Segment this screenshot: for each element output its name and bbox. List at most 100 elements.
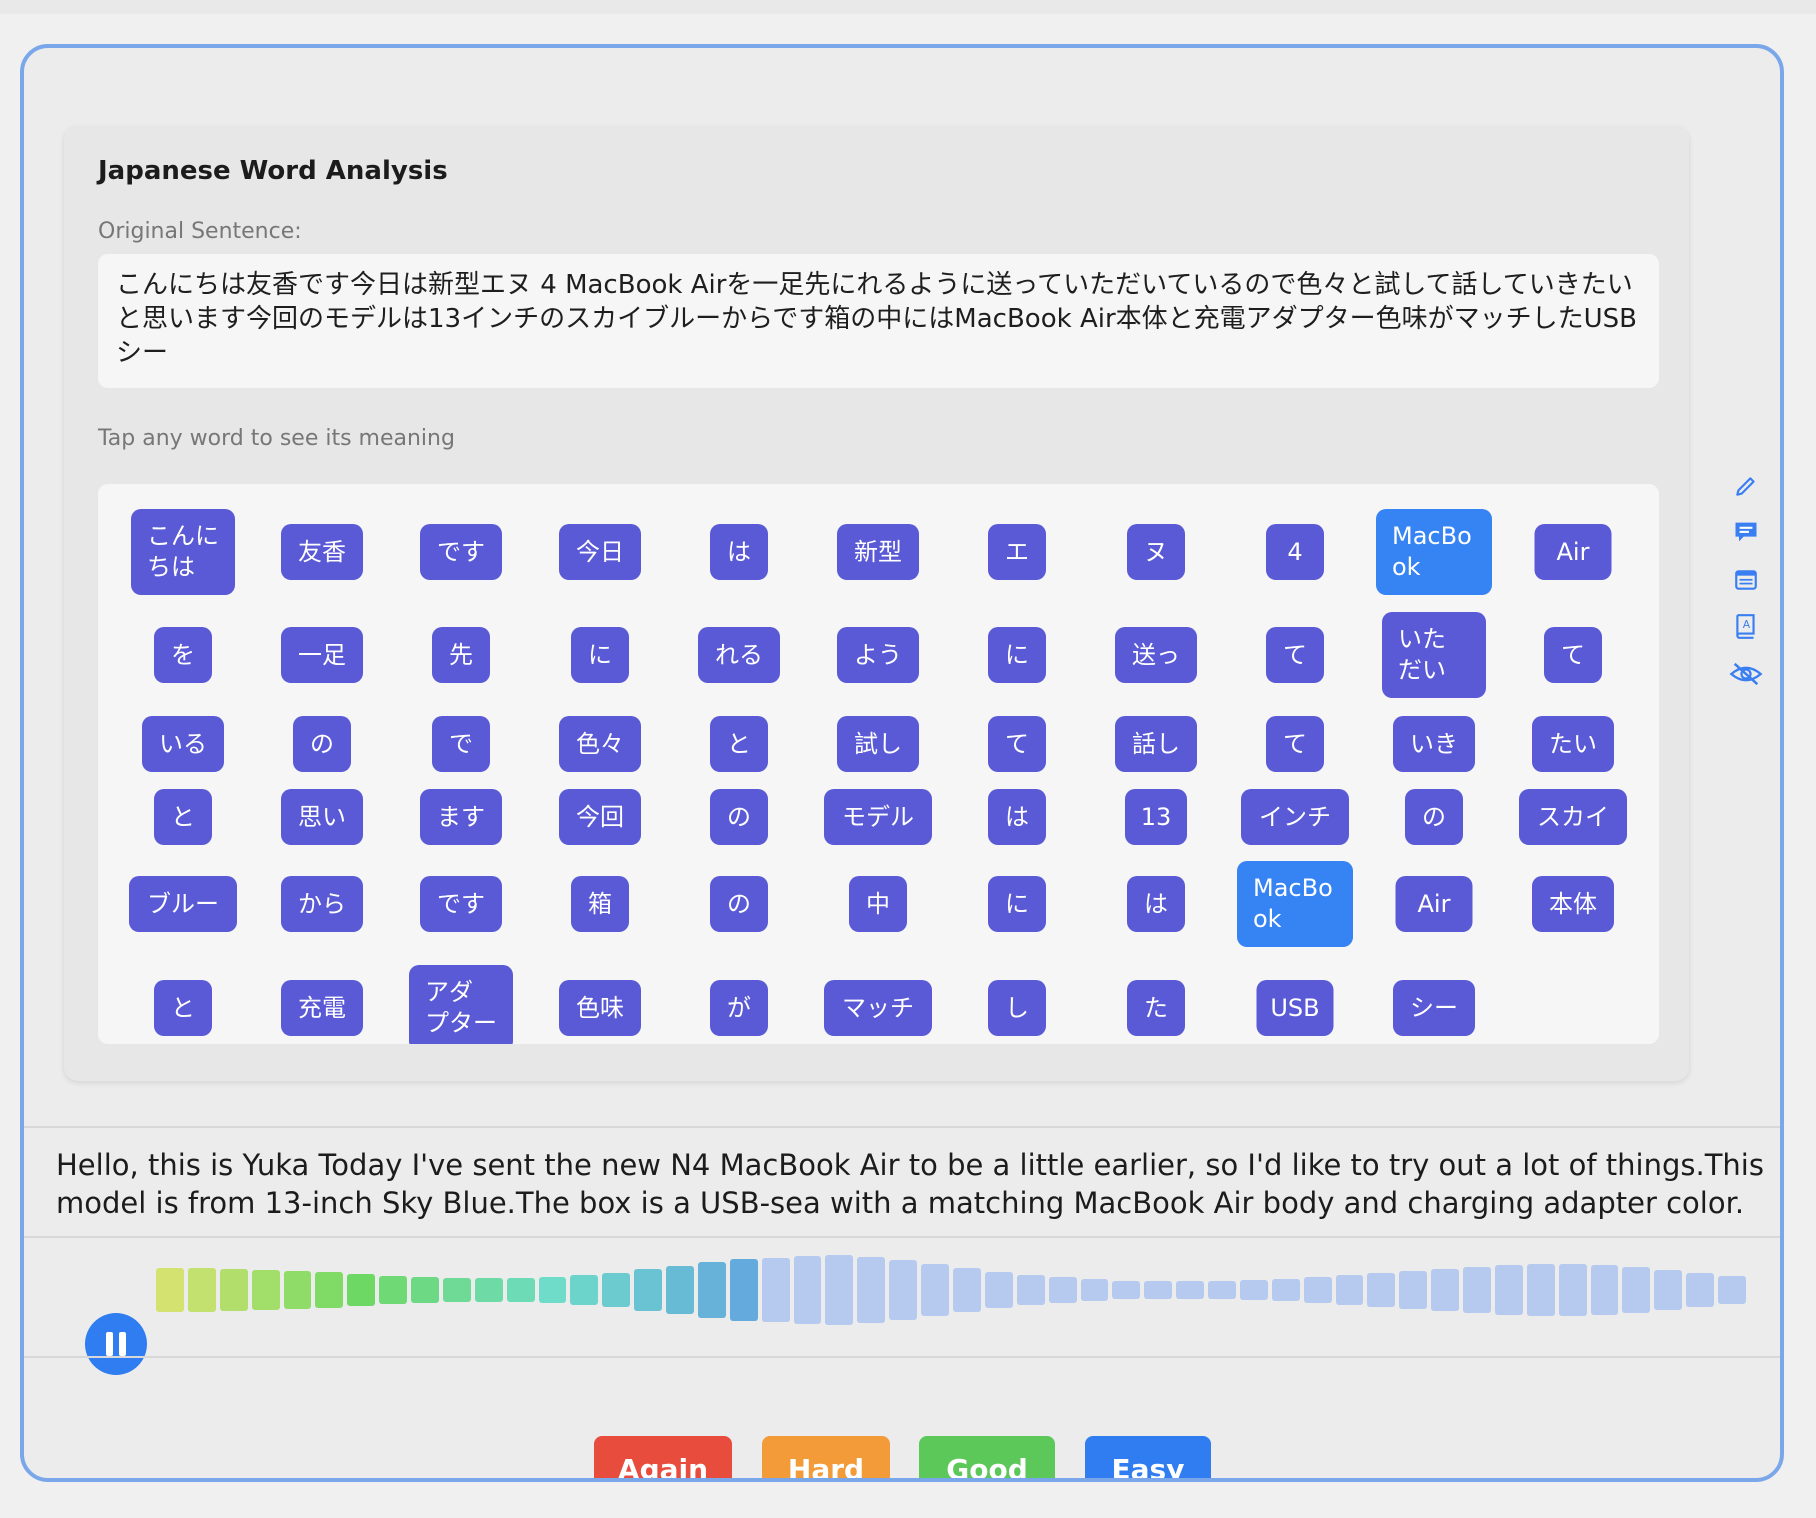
word-chip[interactable]: モデル bbox=[824, 789, 932, 845]
waveform-bar bbox=[1526, 1264, 1555, 1316]
waveform-bar bbox=[411, 1277, 439, 1303]
word-chip[interactable]: は bbox=[988, 789, 1046, 845]
waveform-bar bbox=[1399, 1271, 1428, 1309]
word-chip[interactable]: と bbox=[154, 789, 212, 845]
word-chip[interactable]: MacBo ok bbox=[1237, 861, 1353, 947]
good-button[interactable]: Good bbox=[919, 1436, 1055, 1478]
pause-button[interactable] bbox=[85, 1313, 147, 1375]
word-chip[interactable]: と bbox=[154, 980, 212, 1036]
word-chip[interactable]: 一足 bbox=[281, 627, 363, 683]
word-chip[interactable]: ヌ bbox=[1127, 524, 1185, 580]
waveform-bar bbox=[825, 1255, 854, 1325]
word-chip[interactable]: 箱 bbox=[571, 876, 629, 932]
waveform-bar bbox=[1303, 1277, 1332, 1303]
word-chip[interactable]: Air bbox=[1534, 524, 1612, 580]
waveform-bar bbox=[1016, 1275, 1045, 1305]
pencil-icon[interactable] bbox=[1726, 466, 1766, 506]
word-chip[interactable]: を bbox=[154, 627, 212, 683]
word-chip[interactable]: いる bbox=[142, 716, 224, 772]
flashcard: Japanese Word Analysis Original Sentence… bbox=[20, 44, 1784, 1482]
waveform-bar bbox=[1654, 1270, 1683, 1310]
word-chip[interactable]: の bbox=[1405, 789, 1463, 845]
word-chip[interactable]: の bbox=[293, 716, 351, 772]
word-chip[interactable]: 中 bbox=[849, 876, 907, 932]
word-chip[interactable]: て bbox=[1544, 627, 1602, 683]
waveform-bar bbox=[187, 1268, 216, 1312]
word-chip[interactable]: た bbox=[1127, 980, 1185, 1036]
comment-icon[interactable] bbox=[1726, 512, 1766, 552]
word-chip[interactable]: たい bbox=[1532, 716, 1614, 772]
dictionary-icon[interactable]: A bbox=[1726, 606, 1766, 646]
word-chip[interactable]: です bbox=[420, 876, 502, 932]
word-chip[interactable]: 充電 bbox=[281, 980, 363, 1036]
top-strip bbox=[0, 0, 1816, 14]
word-chip[interactable]: Air bbox=[1395, 876, 1473, 932]
word-chip[interactable]: マッチ bbox=[824, 980, 932, 1036]
waveform-bar bbox=[889, 1260, 918, 1320]
word-chip[interactable]: MacBo ok bbox=[1376, 509, 1492, 595]
word-chip[interactable]: 思い bbox=[281, 789, 363, 845]
word-chip[interactable]: インチ bbox=[1241, 789, 1349, 845]
word-chip[interactable]: です bbox=[420, 524, 502, 580]
waveform-bar bbox=[506, 1278, 535, 1302]
waveform-bar bbox=[697, 1262, 726, 1318]
word-chip[interactable]: 送っ bbox=[1115, 627, 1197, 683]
word-chip[interactable]: 13 bbox=[1125, 789, 1187, 845]
word-chip[interactable]: て bbox=[1266, 627, 1324, 683]
word-chip[interactable]: 友香 bbox=[281, 524, 363, 580]
word-chip[interactable]: の bbox=[710, 789, 768, 845]
hide-eye-icon[interactable] bbox=[1726, 654, 1766, 694]
waveform-bar bbox=[1431, 1269, 1460, 1311]
word-chip[interactable]: に bbox=[988, 627, 1046, 683]
word-chip[interactable]: と bbox=[710, 716, 768, 772]
word-chip[interactable]: 本体 bbox=[1532, 876, 1614, 932]
divider bbox=[24, 1126, 1780, 1128]
word-chip[interactable]: 話し bbox=[1115, 716, 1197, 772]
word-chip[interactable]: し bbox=[988, 980, 1046, 1036]
again-button[interactable]: Again bbox=[594, 1436, 732, 1478]
waveform-bar bbox=[1463, 1267, 1491, 1313]
word-chip[interactable]: 色々 bbox=[559, 716, 641, 772]
word-chip[interactable]: スカイ bbox=[1519, 789, 1627, 845]
word-chip[interactable]: 新型 bbox=[837, 524, 919, 580]
word-chip[interactable]: 色味 bbox=[559, 980, 641, 1036]
word-chip[interactable]: に bbox=[988, 876, 1046, 932]
word-chip[interactable]: に bbox=[571, 627, 629, 683]
word-chip[interactable]: いき bbox=[1393, 716, 1475, 772]
easy-button[interactable]: Easy bbox=[1085, 1436, 1211, 1478]
waveform-bar bbox=[1144, 1281, 1173, 1299]
word-chip[interactable]: ブルー bbox=[129, 876, 237, 932]
waveform-bar bbox=[1048, 1277, 1077, 1303]
waveform-bar bbox=[1718, 1276, 1746, 1304]
waveform-bar bbox=[953, 1268, 981, 1312]
word-chip[interactable]: いた だい bbox=[1382, 612, 1486, 698]
word-chip[interactable]: 先 bbox=[432, 627, 490, 683]
word-chip[interactable]: は bbox=[710, 524, 768, 580]
word-chip[interactable]: が bbox=[710, 980, 768, 1036]
waveform-bar bbox=[1080, 1279, 1109, 1301]
word-chip[interactable]: 今回 bbox=[559, 789, 641, 845]
waveform-bar bbox=[1686, 1273, 1715, 1307]
word-chip[interactable]: れる bbox=[698, 627, 780, 683]
word-chip[interactable]: から bbox=[281, 876, 363, 932]
word-chip[interactable]: USB bbox=[1256, 980, 1334, 1036]
word-chip[interactable]: こんに ちは bbox=[131, 509, 235, 595]
word-chip[interactable]: シー bbox=[1393, 980, 1475, 1036]
word-chip[interactable]: よう bbox=[837, 627, 919, 683]
word-chip[interactable]: アダ プター bbox=[409, 965, 513, 1044]
word-chip[interactable]: 試し bbox=[837, 716, 919, 772]
word-chip[interactable]: て bbox=[988, 716, 1046, 772]
word-chip[interactable]: ます bbox=[420, 789, 502, 845]
waveform-bar bbox=[1176, 1281, 1205, 1299]
word-chip[interactable]: て bbox=[1266, 716, 1324, 772]
word-chip[interactable]: で bbox=[432, 716, 490, 772]
waveform-bar bbox=[251, 1270, 280, 1310]
waveform-bar bbox=[1271, 1279, 1300, 1301]
notes-icon[interactable] bbox=[1726, 560, 1766, 600]
word-chip[interactable]: エ bbox=[988, 524, 1046, 580]
word-chip[interactable]: は bbox=[1127, 876, 1185, 932]
word-chip[interactable]: の bbox=[710, 876, 768, 932]
word-chip[interactable]: 4 bbox=[1266, 524, 1324, 580]
word-chip[interactable]: 今日 bbox=[559, 524, 641, 580]
hard-button[interactable]: Hard bbox=[762, 1436, 890, 1478]
